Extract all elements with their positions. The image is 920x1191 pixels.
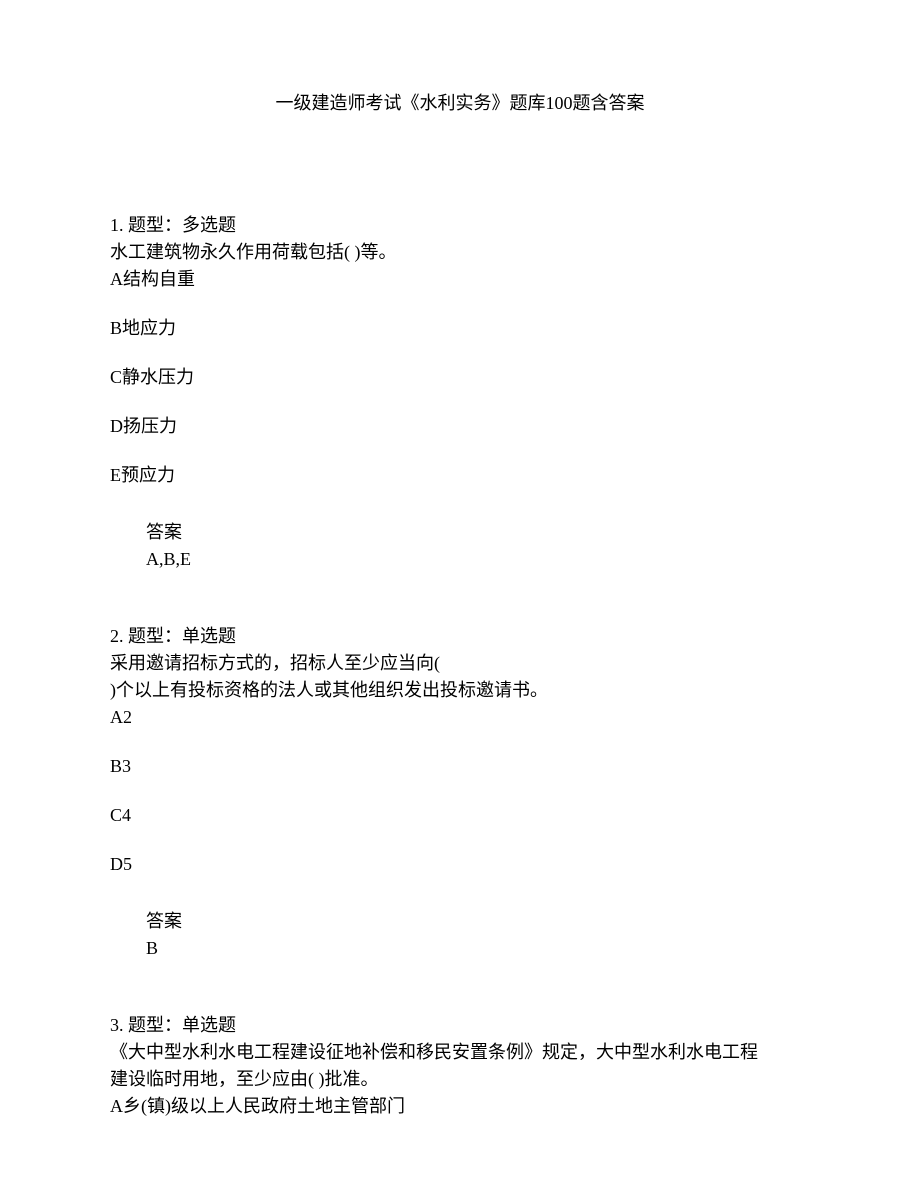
option-d: D扬压力 (110, 413, 810, 440)
question-3-header: 3. 题型：单选题 (110, 1012, 810, 1039)
option-d: D5 (110, 851, 810, 878)
question-type: 题型：单选题 (128, 1015, 236, 1035)
option-a: A结构自重 (110, 266, 810, 293)
option-c: C静水压力 (110, 364, 810, 391)
answer-label: 答案 (146, 519, 810, 546)
question-3-stem-line2: 建设临时用地，至少应由( )批准。 (110, 1066, 810, 1093)
answer-label: 答案 (146, 908, 810, 935)
option-b: B地应力 (110, 315, 810, 342)
question-number: 1. (110, 215, 128, 235)
question-2-stem-line1: 采用邀请招标方式的，招标人至少应当向( (110, 650, 810, 677)
option-a: A2 (110, 704, 810, 731)
option-a: A乡(镇)级以上人民政府土地主管部门 (110, 1093, 810, 1120)
question-type: 题型：多选题 (128, 215, 236, 235)
question-1-stem: 水工建筑物永久作用荷载包括( )等。 (110, 239, 810, 266)
question-2: 2. 题型：单选题 采用邀请招标方式的，招标人至少应当向( )个以上有投标资格的… (110, 623, 810, 962)
question-1-header: 1. 题型：多选题 (110, 212, 810, 239)
option-e: E预应力 (110, 462, 810, 489)
document-title: 一级建造师考试《水利实务》题库100题含答案 (110, 90, 810, 117)
option-c: C4 (110, 802, 810, 829)
question-1: 1. 题型：多选题 水工建筑物永久作用荷载包括( )等。 A结构自重 B地应力 … (110, 212, 810, 573)
question-number: 3. (110, 1015, 128, 1035)
answer-block-1: 答案 A,B,E (110, 519, 810, 573)
question-2-stem-line2: )个以上有投标资格的法人或其他组织发出投标邀请书。 (110, 677, 810, 704)
answer-value: A,B,E (146, 546, 810, 573)
answer-block-2: 答案 B (110, 908, 810, 962)
question-type: 题型：单选题 (128, 626, 236, 646)
question-number: 2. (110, 626, 128, 646)
question-2-header: 2. 题型：单选题 (110, 623, 810, 650)
answer-value: B (146, 935, 810, 962)
question-3: 3. 题型：单选题 《大中型水利水电工程建设征地补偿和移民安置条例》规定，大中型… (110, 1012, 810, 1120)
option-b: B3 (110, 753, 810, 780)
question-3-stem-line1: 《大中型水利水电工程建设征地补偿和移民安置条例》规定，大中型水利水电工程 (110, 1039, 810, 1066)
